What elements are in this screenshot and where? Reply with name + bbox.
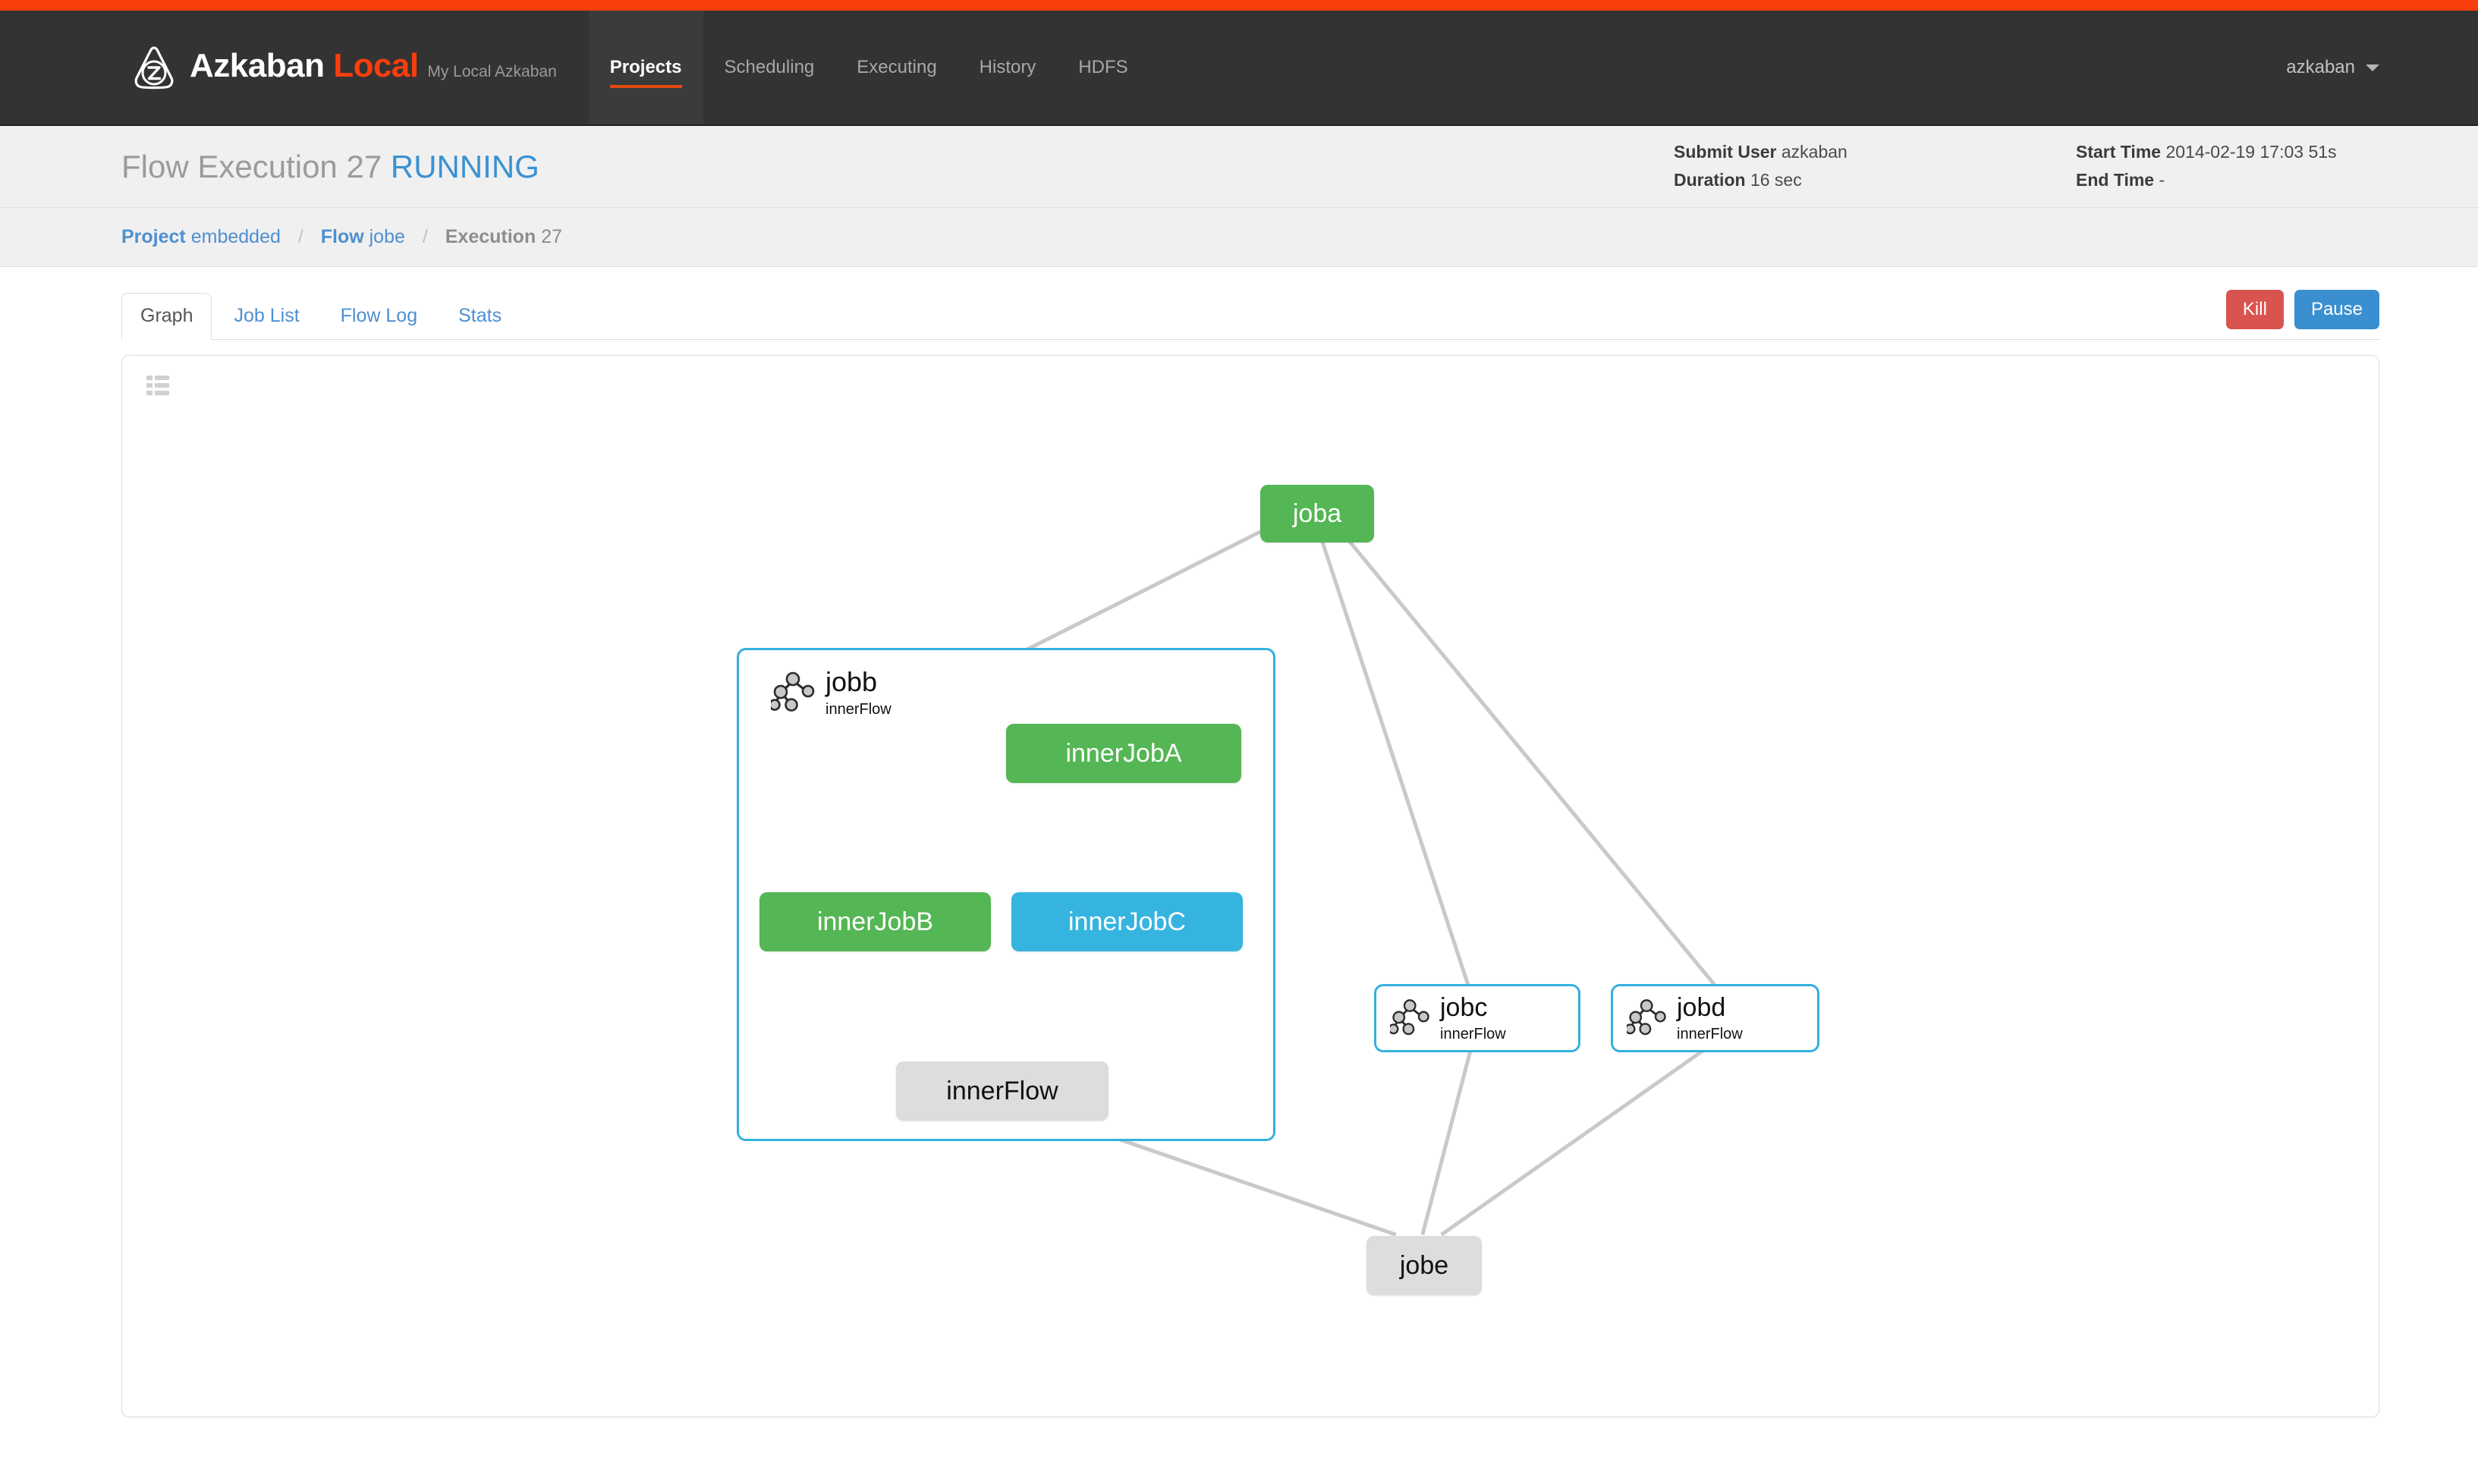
submit-user-row: Submit User azkaban	[1674, 138, 1977, 167]
tab-job-list-label: Job List	[234, 305, 299, 326]
brand-env: Local	[333, 47, 418, 84]
node-innerJobB[interactable]: innerJobB	[759, 892, 991, 951]
nav-item-executing[interactable]: Executing	[835, 11, 958, 124]
duration-row: Duration 16 sec	[1674, 167, 1977, 196]
flow-chip-jobc[interactable]: jobc innerFlow	[1374, 984, 1580, 1052]
nav-item-projects-label: Projects	[610, 57, 682, 78]
flow-chip-jobd-title: jobd	[1677, 995, 1743, 1020]
flow-header-jobb-subtitle: innerFlow	[825, 702, 892, 717]
breadcrumb-execution-label: Execution	[445, 226, 536, 247]
submit-user-label: Submit User	[1674, 142, 1776, 162]
breadcrumb-flow-label: Flow	[321, 226, 364, 247]
nav-item-projects[interactable]: Projects	[589, 11, 703, 124]
breadcrumb-flow-value: jobe	[369, 226, 405, 247]
graph-canvas[interactable]: joba	[122, 356, 2379, 1416]
nav-item-hdfs[interactable]: HDFS	[1057, 11, 1149, 124]
node-joba[interactable]: joba	[1260, 485, 1374, 542]
node-innerFlow[interactable]: innerFlow	[896, 1061, 1108, 1121]
brand-name: Azkaban	[190, 47, 324, 84]
breadcrumb-project-link[interactable]: Project embedded	[121, 226, 281, 247]
tab-list: Graph Job List Flow Log Stats	[121, 293, 2478, 340]
tab-graph[interactable]: Graph	[121, 293, 212, 340]
breadcrumb-project-label: Project	[121, 226, 186, 247]
top-accent-bar	[0, 0, 2478, 11]
breadcrumb-execution-value: 27	[541, 226, 562, 247]
brand-tagline: My Local Azkaban	[427, 63, 556, 80]
node-joba-label: joba	[1293, 499, 1341, 529]
node-innerJobA[interactable]: innerJobA	[1006, 724, 1241, 783]
node-jobe[interactable]: jobe	[1366, 1236, 1482, 1295]
duration-value: 16 sec	[1750, 171, 1802, 190]
page-title-prefix: Flow Execution	[121, 149, 338, 184]
flow-chip-jobc-title: jobc	[1440, 995, 1506, 1020]
tab-stats[interactable]: Stats	[439, 293, 520, 340]
nav-item-history-label: History	[980, 57, 1036, 78]
flow-chip-jobd-subtitle: innerFlow	[1677, 1027, 1743, 1042]
user-menu[interactable]: azkaban	[2286, 11, 2379, 124]
nav-item-history[interactable]: History	[958, 11, 1058, 124]
flow-chip-jobd[interactable]: jobd innerFlow	[1611, 984, 1819, 1052]
end-time-value: -	[2159, 171, 2165, 190]
page-title-id: 27	[346, 149, 382, 184]
node-innerFlow-label: innerFlow	[946, 1077, 1058, 1106]
breadcrumb-execution-current: Execution 27	[445, 226, 562, 247]
start-time-value: 2014-02-19 17:03 51s	[2165, 142, 2336, 162]
flow-header-jobb[interactable]: jobb innerFlow	[771, 668, 892, 717]
tab-flow-log-label: Flow Log	[341, 305, 417, 326]
nav-item-scheduling-label: Scheduling	[725, 57, 815, 78]
execution-summary-band: Flow Execution 27 RUNNING Submit User az…	[0, 126, 2478, 208]
start-time-label: Start Time	[2076, 142, 2161, 162]
node-innerJobB-label: innerJobB	[817, 907, 933, 937]
breadcrumb-separator-1: /	[298, 226, 303, 247]
flow-tree-icon	[1390, 998, 1432, 1039]
node-innerJobA-label: innerJobA	[1065, 739, 1181, 769]
brand[interactable]: Azkaban Local My Local Azkaban	[0, 11, 557, 124]
submit-user-value: azkaban	[1781, 142, 1847, 162]
nav-items: Projects Scheduling Executing History HD…	[589, 11, 1149, 124]
nav-item-executing-label: Executing	[857, 57, 936, 78]
node-innerJobC-label: innerJobC	[1068, 907, 1186, 937]
nav-item-scheduling[interactable]: Scheduling	[703, 11, 836, 124]
tab-stats-label: Stats	[458, 305, 502, 326]
flow-header-jobb-title: jobb	[825, 668, 892, 696]
flow-tree-icon	[771, 671, 818, 715]
flow-tree-icon	[1627, 998, 1669, 1039]
tab-job-list[interactable]: Job List	[215, 293, 318, 340]
end-time-label: End Time	[2076, 171, 2154, 190]
navbar: Azkaban Local My Local Azkaban Projects …	[0, 11, 2478, 126]
breadcrumb-band: Project embedded / Flow jobe / Execution…	[0, 208, 2478, 267]
status-badge: RUNNING	[391, 149, 539, 184]
execution-meta-col-right: Start Time 2014-02-19 17:03 51s End Time…	[2076, 138, 2379, 196]
page-title: Flow Execution 27 RUNNING	[121, 149, 539, 185]
azkaban-triangle-z-logo-icon	[131, 44, 178, 91]
execution-meta: Submit User azkaban Duration 16 sec Star…	[1674, 138, 2379, 196]
node-jobe-label: jobe	[1400, 1251, 1448, 1281]
graph-panel: joba	[121, 355, 2379, 1417]
tab-flow-log[interactable]: Flow Log	[322, 293, 436, 340]
user-menu-label: azkaban	[2286, 57, 2355, 78]
nav-item-hdfs-label: HDFS	[1078, 57, 1127, 78]
execution-meta-col-left: Submit User azkaban Duration 16 sec	[1674, 138, 1977, 196]
flow-chip-jobc-subtitle: innerFlow	[1440, 1027, 1506, 1042]
node-innerJobC[interactable]: innerJobC	[1011, 892, 1243, 951]
breadcrumb-flow-link[interactable]: Flow jobe	[321, 226, 405, 247]
duration-label: Duration	[1674, 171, 1746, 190]
tab-area: Graph Job List Flow Log Stats Kill Pause	[0, 267, 2478, 340]
nav-active-underline	[610, 85, 682, 88]
breadcrumb-project-value: embedded	[191, 226, 281, 247]
end-time-row: End Time -	[2076, 167, 2379, 196]
breadcrumb-separator-2: /	[423, 226, 428, 247]
start-time-row: Start Time 2014-02-19 17:03 51s	[2076, 138, 2379, 167]
breadcrumb: Project embedded / Flow jobe / Execution…	[121, 226, 562, 248]
tab-graph-label: Graph	[140, 305, 193, 326]
chevron-down-icon	[2366, 64, 2379, 71]
